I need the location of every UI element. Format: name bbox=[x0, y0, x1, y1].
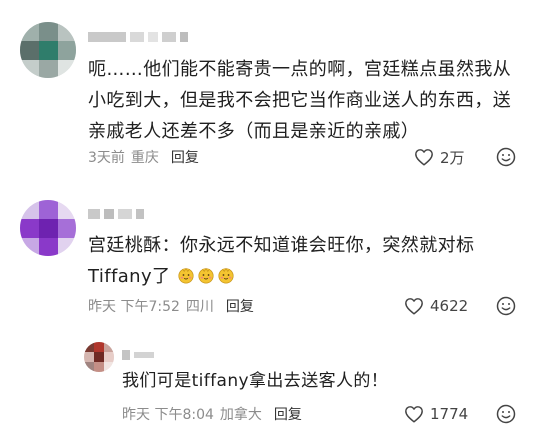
comment-line: 小吃到大，但是我不会把它当作商业送人的东西，送 bbox=[88, 90, 512, 111]
location: 四川 bbox=[185, 299, 214, 315]
timestamp: 昨天 下午7:52 bbox=[88, 299, 180, 315]
smiley-face-icon bbox=[496, 404, 516, 424]
timestamp: 昨天 下午8:04 bbox=[122, 407, 214, 423]
heart-outline-icon bbox=[415, 149, 433, 166]
smiley-face-icon bbox=[496, 147, 516, 167]
comment-line: 宫廷桃酥：你永远不知道谁会旺你，突然就对标 bbox=[88, 235, 475, 256]
timestamp: 3天前 bbox=[88, 150, 125, 166]
comment-line: Tiffany了 bbox=[88, 261, 528, 292]
comment-line-text: Tiffany了 bbox=[88, 266, 171, 287]
like-count: 4622 bbox=[430, 297, 469, 315]
comment-line: 呃……他们能不能寄贵一点的啊，宫廷糕点虽然我从 bbox=[88, 59, 512, 80]
comment-line: 亲戚老人还差不多（而且是亲近的亲戚） bbox=[88, 121, 420, 142]
smiling-face-emoji bbox=[217, 267, 234, 284]
comment-meta: 3天前 重庆 回复 bbox=[88, 147, 199, 167]
like-button[interactable]: 4622 bbox=[404, 295, 468, 317]
avatar[interactable] bbox=[84, 342, 114, 372]
emoji-reaction-button[interactable] bbox=[496, 147, 516, 171]
reply-button[interactable]: 回复 bbox=[226, 296, 254, 316]
emoji-reaction-button[interactable] bbox=[496, 296, 516, 320]
username-blurred[interactable] bbox=[88, 209, 144, 219]
emoji-reaction-button[interactable] bbox=[496, 404, 516, 428]
avatar[interactable] bbox=[20, 200, 76, 256]
like-button[interactable]: 1774 bbox=[404, 403, 468, 425]
reply-button[interactable]: 回复 bbox=[274, 404, 302, 424]
comment-text: 宫廷桃酥：你永远不知道谁会旺你，突然就对标 Tiffany了 bbox=[88, 230, 528, 292]
heart-outline-icon bbox=[405, 298, 423, 315]
comment-meta: 昨天 下午7:52 四川 回复 bbox=[88, 296, 254, 316]
comment-meta: 昨天 下午8:04 加拿大 回复 bbox=[122, 404, 302, 424]
avatar[interactable] bbox=[20, 22, 76, 78]
location: 重庆 bbox=[130, 150, 159, 166]
heart-outline-icon bbox=[405, 406, 423, 423]
smiling-face-emoji bbox=[177, 267, 194, 284]
username-blurred[interactable] bbox=[122, 350, 154, 360]
comment-line: 我们可是tiffany拿出去送客人的！ bbox=[122, 371, 389, 391]
smiley-face-icon bbox=[496, 296, 516, 316]
location: 加拿大 bbox=[219, 407, 262, 423]
username-blurred[interactable] bbox=[88, 32, 188, 42]
reply-button[interactable]: 回复 bbox=[171, 147, 199, 167]
comment-text: 呃……他们能不能寄贵一点的啊，宫廷糕点虽然我从 小吃到大，但是我不会把它当作商业… bbox=[88, 54, 528, 147]
like-button[interactable]: 2万 bbox=[414, 146, 465, 168]
comment-text: 我们可是tiffany拿出去送客人的！ bbox=[122, 366, 522, 397]
like-count: 2万 bbox=[440, 148, 465, 167]
smiling-face-emoji bbox=[197, 267, 214, 284]
like-count: 1774 bbox=[430, 405, 469, 423]
